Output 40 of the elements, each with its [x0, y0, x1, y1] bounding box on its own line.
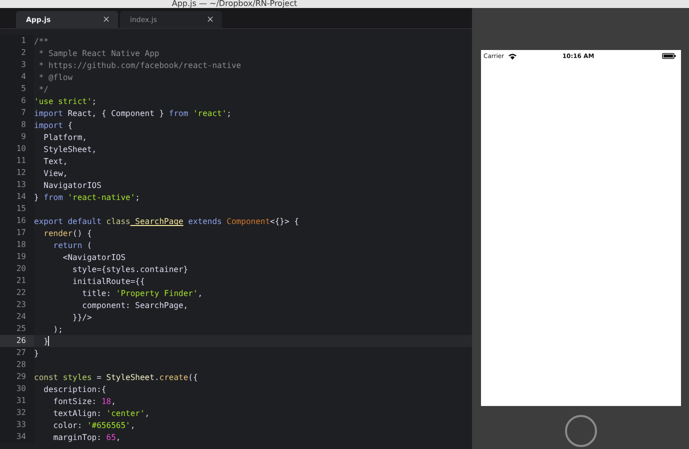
home-button[interactable] [564, 415, 596, 447]
code-line: initialRoute={{ [72, 276, 145, 286]
code-line: <NavigatorIOS [62, 252, 126, 262]
code-line: ); [52, 324, 63, 334]
code-line: } [34, 348, 39, 358]
code-line: render() { [42, 228, 92, 238]
code-line: StyleSheet, [42, 144, 97, 154]
code-line: Platform, [42, 132, 87, 142]
code-line: 'use strict'; [34, 96, 97, 106]
code-line: View, [42, 168, 68, 178]
code-line: description:{ [42, 384, 106, 394]
code-line: style={styles.container} [72, 264, 188, 274]
code-line: Text, [42, 156, 68, 166]
code-line: /** [34, 36, 48, 46]
close-icon[interactable]: × [206, 14, 214, 24]
battery-icon [662, 53, 676, 59]
code-line: import { [34, 120, 73, 130]
code-line: */ [38, 84, 48, 94]
close-icon[interactable]: × [102, 14, 110, 24]
code-line: NavigatorIOS [42, 180, 102, 190]
code-line: export default class SearchPage extends Component<{}> { [34, 216, 299, 226]
code-line: } [42, 336, 48, 346]
code-line: * https://github.com/facebook/react-native [38, 60, 242, 70]
code-line: marginTop: 65, [52, 432, 121, 442]
code-line: import React, { Component } from 'react'; [34, 108, 232, 118]
code-line: const styles = StyleSheet.create({ [34, 372, 198, 382]
window-title: App.js — ~/Dropbox/RN-Project [172, 0, 298, 8]
text-cursor [48, 336, 50, 346]
code-line: }}/> [72, 312, 92, 322]
code-line: color: '#656565', [52, 420, 136, 430]
code-line: fontSize: 18, [52, 396, 116, 406]
line-number: 26 [0, 335, 34, 347]
code-line: title: 'Property Finder', [81, 288, 203, 298]
code-line: * Sample React Native App [38, 48, 160, 58]
code-line: * @flow [38, 72, 73, 82]
code-line: } from 'react-native'; [34, 192, 140, 202]
code-line: textAlign: 'center', [52, 408, 150, 418]
code-line: return ( [52, 240, 92, 250]
wifi-icon [508, 52, 518, 60]
code-line: component: SearchPage, [81, 300, 188, 310]
